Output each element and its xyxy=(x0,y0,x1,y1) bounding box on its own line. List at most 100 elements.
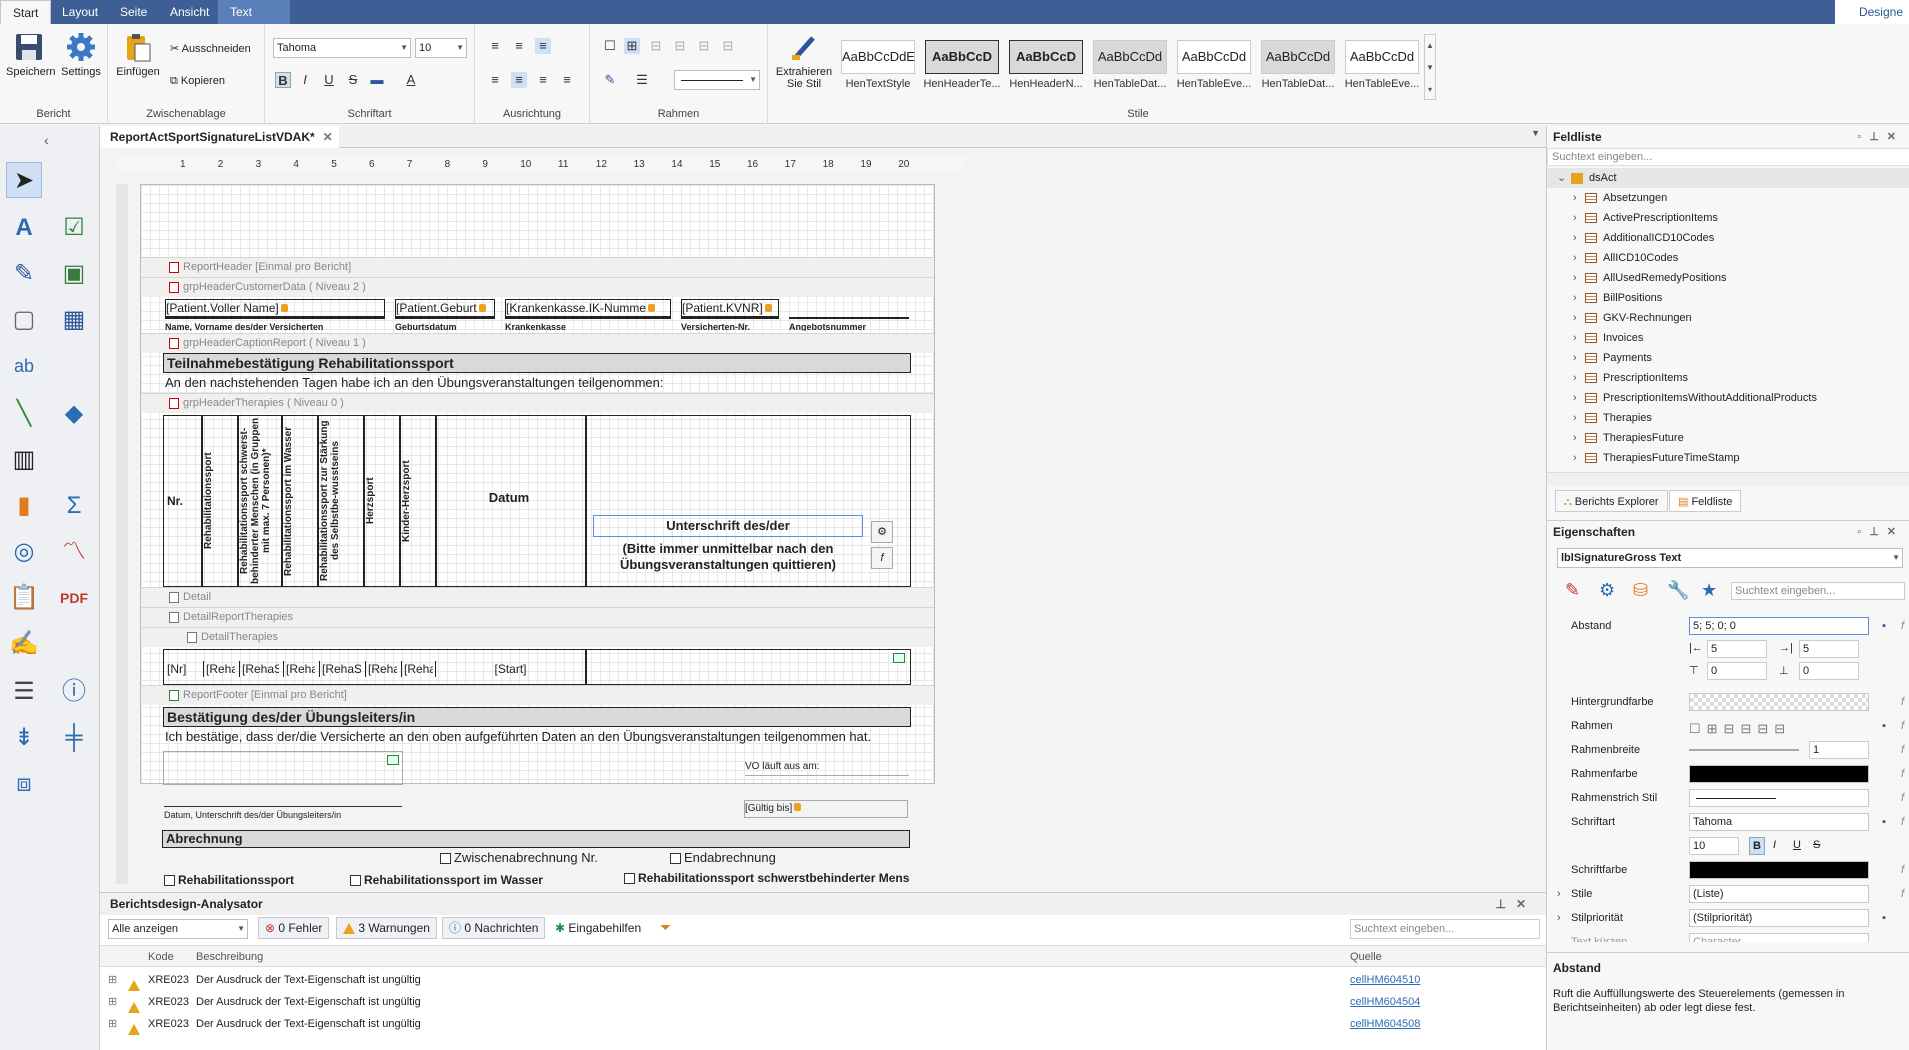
horizontal-scrollbar[interactable] xyxy=(1547,472,1909,486)
bold-icon[interactable]: B xyxy=(275,72,291,88)
band-grp-therapies[interactable]: grpHeaderTherapies ( Niveau 0 ) xyxy=(141,393,934,413)
field-patient-kvnr[interactable]: [Patient.KVNR] xyxy=(681,299,779,317)
brush-icon[interactable]: ✎ xyxy=(1565,580,1580,601)
analyzer-filter-combo[interactable]: Alle anzeigen ▼ xyxy=(108,919,248,939)
tab-layout[interactable]: Layout xyxy=(50,0,110,24)
field-gueltig-bis[interactable]: [Gültig bis] xyxy=(744,800,908,818)
font-family-combo[interactable]: Tahoma ▼ xyxy=(273,38,411,58)
style-gallery-item[interactable]: AaBbCcDdE HenTextStyle xyxy=(838,36,918,96)
warnings-button[interactable]: 3 Warnungen xyxy=(336,917,437,939)
database-icon[interactable]: ⛁ xyxy=(1633,580,1648,601)
line-tool-icon[interactable]: ╲ xyxy=(6,396,42,432)
border-width-slider[interactable] xyxy=(1689,749,1799,751)
expand-icon[interactable]: ⊞ xyxy=(108,969,117,991)
tree-item[interactable]: › Absetzungen xyxy=(1547,188,1909,208)
checkbox-zwischenabrechnung[interactable]: Zwischenabrechnung Nr. xyxy=(440,850,598,866)
collapse-toolbox-icon[interactable]: ‹ xyxy=(44,132,49,148)
expression-f-icon[interactable]: f xyxy=(871,547,893,569)
checkbox-tool-icon[interactable]: ☑ xyxy=(56,210,92,246)
checkbox-reha-schwer[interactable]: Rehabilitationssport schwerstbehinderter… xyxy=(624,870,910,886)
pagebreak-tool-icon[interactable]: ⇟ xyxy=(6,720,42,756)
border-dash-combo[interactable]: ▼ xyxy=(674,70,760,90)
border-all-icon[interactable]: ⊞ xyxy=(624,38,640,54)
tree-item[interactable]: › GKV-Rechnungen xyxy=(1547,308,1909,328)
italic-icon[interactable]: I xyxy=(1773,837,1776,853)
padding-left-input[interactable]: 5 xyxy=(1707,640,1767,658)
detail-reha-1[interactable]: [Reha xyxy=(203,661,235,677)
border-dash-value[interactable] xyxy=(1689,789,1869,807)
tree-item[interactable]: › Payments xyxy=(1547,348,1909,368)
tree-item[interactable]: › AdditionalICD10Codes xyxy=(1547,228,1909,248)
picture-icon[interactable] xyxy=(387,755,399,765)
row-source-link[interactable]: cellHM604510 xyxy=(1350,969,1420,991)
border-width-icon[interactable]: ☰ xyxy=(634,72,650,88)
tab-feldliste[interactable]: ▤ Feldliste xyxy=(1669,490,1742,512)
expression-f-icon[interactable]: f xyxy=(1901,738,1904,762)
border-color-icon[interactable]: ✎ xyxy=(602,72,618,88)
label-signature-gross[interactable]: Unterschrift des/der xyxy=(593,515,863,537)
chart-tool-icon[interactable]: ▮ xyxy=(6,488,42,524)
chevron-right-icon[interactable]: › xyxy=(1573,448,1577,468)
tab-start[interactable]: Start xyxy=(0,0,52,24)
style-gallery-item[interactable]: AaBbCcDd HenTableDat... xyxy=(1090,36,1170,96)
chevron-right-icon[interactable]: › xyxy=(1573,328,1577,348)
border-width-input[interactable]: 1 xyxy=(1809,741,1869,759)
expand-icon[interactable]: ⊞ xyxy=(108,991,117,1013)
footer-text[interactable]: Ich bestätige, dass der/die Versicherte … xyxy=(165,729,909,745)
chevron-right-icon[interactable]: › xyxy=(1573,228,1577,248)
picture-tool-icon[interactable]: ▣ xyxy=(56,256,92,292)
charactercomb-tool-icon[interactable]: ab xyxy=(6,348,42,384)
design-surface[interactable]: 1 2 3 4 5 6 7 8 9 10 11 12 13 14 15 16 17 18 19 20 ReportHe… xyxy=(100,148,1530,892)
prop-styles-value[interactable]: (Liste) xyxy=(1689,885,1869,903)
report-page[interactable]: ReportHeader [Einmal pro Bericht] grpHea… xyxy=(140,184,935,785)
selected-control-combo[interactable]: lblSignatureGross Text ▼ xyxy=(1557,548,1903,568)
errors-button[interactable]: ⊗ 0 Fehler xyxy=(258,917,330,939)
tree-item[interactable]: › Invoices xyxy=(1547,328,1909,348)
chevron-right-icon[interactable]: › xyxy=(1573,388,1577,408)
tree-item[interactable]: › TherapiesFutureTimeStamp xyxy=(1547,448,1909,468)
expression-f-icon[interactable]: f xyxy=(1901,614,1904,638)
band-report-footer[interactable]: ReportFooter [Einmal pro Bericht] xyxy=(141,685,934,705)
input-help-button[interactable]: ✱ Eingabehilfen xyxy=(548,917,649,939)
field-patient-name[interactable]: [Patient.Voller Name] xyxy=(165,299,385,317)
table-tool-icon[interactable]: ▦ xyxy=(56,302,92,338)
tab-seite[interactable]: Seite xyxy=(108,0,159,24)
detail-reha-6[interactable]: [Reha xyxy=(401,661,433,677)
label-vo-expires[interactable]: VO läuft aus am: xyxy=(745,759,909,776)
field-patient-birth[interactable]: [Patient.Geburt xyxy=(395,299,495,317)
prop-stylepriority-value[interactable]: (Stilpriorität) xyxy=(1689,909,1869,927)
strikethrough-icon[interactable]: S xyxy=(345,72,361,88)
cut-button[interactable]: ✂ Ausschneiden xyxy=(170,42,251,55)
tree-root[interactable]: ⌄ dsAct xyxy=(1547,168,1909,188)
picture-icon[interactable] xyxy=(893,653,905,663)
detail-start[interactable]: [Start] xyxy=(435,661,585,677)
tree-item[interactable]: › AllICD10Codes xyxy=(1547,248,1909,268)
band-grp-caption[interactable]: grpHeaderCaptionReport ( Niveau 1 ) xyxy=(141,333,934,353)
gears-icon[interactable]: ⚙ xyxy=(1599,580,1615,601)
pageinfo-tool-icon[interactable]: ⓘ xyxy=(56,674,92,710)
chevron-right-icon[interactable]: › xyxy=(1573,408,1577,428)
prop-font-value[interactable]: Tahoma xyxy=(1689,813,1869,831)
align-center-icon[interactable]: ≡ xyxy=(511,72,527,88)
star-icon[interactable]: ★ xyxy=(1701,580,1717,601)
smart-tag-gear-icon[interactable]: ⚙ xyxy=(871,521,893,543)
row-source-link[interactable]: cellHM604508 xyxy=(1350,1013,1420,1035)
abrechnung-title[interactable]: Abrechnung xyxy=(162,830,910,848)
align-justify-icon[interactable]: ≡ xyxy=(559,72,575,88)
border-bottom-icon[interactable]: ⊟ xyxy=(720,38,736,54)
toc-tool-icon[interactable]: ☰ xyxy=(6,674,42,710)
properties-search-input[interactable]: Suchtext eingeben... xyxy=(1731,582,1905,600)
chevron-right-icon[interactable]: › xyxy=(1573,248,1577,268)
highlight-color-icon[interactable]: ▬ xyxy=(369,72,385,88)
analyzer-row[interactable]: ⊞ XRE023 Der Ausdruck der Text-Eigenschaft… xyxy=(100,1013,1546,1035)
tree-item[interactable]: › PrescriptionItemsWithoutAdditionalProdu… xyxy=(1547,388,1909,408)
band-detail[interactable]: Detail xyxy=(141,587,934,607)
band-report-header[interactable]: ReportHeader [Einmal pro Bericht] xyxy=(141,257,934,277)
footer-title[interactable]: Bestätigung des/der Übungsleiters/in xyxy=(163,707,911,727)
crossband-line-tool-icon[interactable]: ╪ xyxy=(56,720,92,756)
align-middle-icon[interactable]: ≡ xyxy=(511,38,527,54)
panel-tool-icon[interactable]: ▢ xyxy=(6,302,42,338)
chevron-right-icon[interactable]: › xyxy=(1573,288,1577,308)
underline-icon[interactable]: U xyxy=(321,72,337,88)
field-insurance-ik[interactable]: [Krankenkasse.IK-Numme xyxy=(505,299,671,317)
